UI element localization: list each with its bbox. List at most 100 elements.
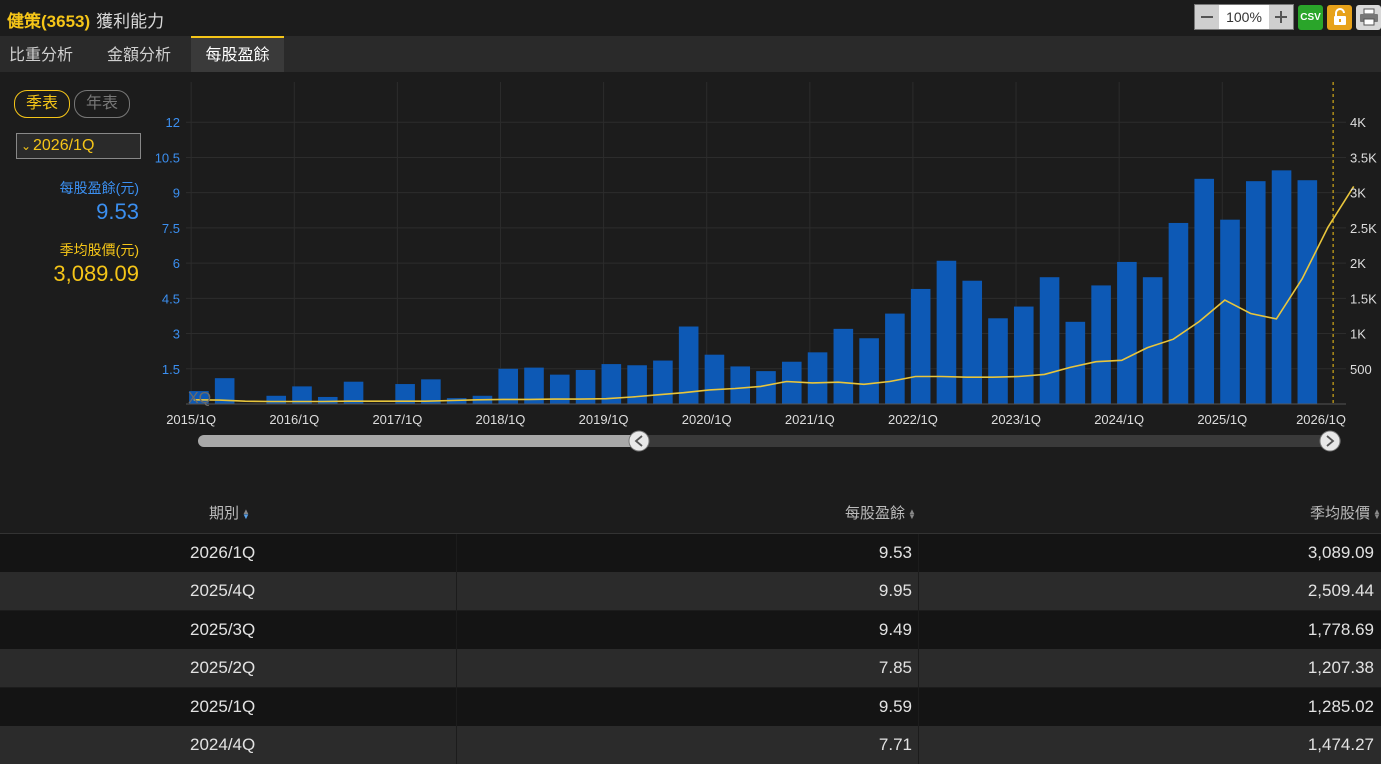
- column-divider: [456, 534, 457, 572]
- column-header-price[interactable]: 季均股價 ▲ ▼: [1310, 497, 1381, 533]
- column-header-period-label: 期別: [209, 505, 240, 522]
- y-tick-label-right: 4K: [1350, 115, 1366, 130]
- tab-eps[interactable]: 每股盈餘: [191, 36, 284, 73]
- eps-bar[interactable]: [627, 365, 647, 404]
- y-tick-label-left: 10.5: [155, 150, 180, 165]
- table-header: 期別 ▲ ▼ 每股盈餘 ▲ ▼ 季均股價 ▲ ▼: [0, 497, 1381, 534]
- eps-bar[interactable]: [317, 396, 338, 404]
- table-row[interactable]: 2025/4Q 9.95 2,509.44: [0, 572, 1381, 611]
- eps-bar[interactable]: [807, 352, 828, 404]
- eps-bar[interactable]: [266, 395, 287, 404]
- csv-export-button[interactable]: CSV: [1298, 4, 1323, 30]
- eps-bar[interactable]: [936, 260, 957, 404]
- plus-icon: [1275, 11, 1287, 23]
- lock-button[interactable]: [1327, 4, 1352, 30]
- y-tick-label-left: 4.5: [162, 291, 180, 306]
- eps-bar[interactable]: [1142, 277, 1163, 404]
- x-tick-label: 2026/1Q: [1296, 412, 1346, 427]
- cell-eps: 9.53: [878, 543, 912, 562]
- eps-bar[interactable]: [910, 288, 931, 404]
- print-button[interactable]: [1356, 4, 1381, 30]
- cell-period: 2026/1Q: [190, 543, 256, 562]
- eps-bar[interactable]: [1271, 170, 1292, 404]
- eps-bar[interactable]: [1091, 285, 1111, 404]
- eps-bar[interactable]: [1168, 222, 1189, 404]
- y-tick-label-left: 7.5: [162, 221, 180, 236]
- chart-scrollbar[interactable]: [198, 430, 1341, 452]
- cell-period: 2025/3Q: [190, 619, 256, 639]
- printer-icon: [1359, 8, 1378, 26]
- column-header-price-label: 季均股價: [1309, 505, 1370, 522]
- scroll-handle-left[interactable]: [628, 430, 650, 452]
- cell-eps: 9.49: [878, 619, 912, 639]
- eps-bar[interactable]: [1065, 321, 1086, 404]
- zoom-control: 100%: [1194, 4, 1294, 30]
- x-tick-label: 2018/1Q: [476, 412, 526, 427]
- cell-period: 2024/4Q: [190, 735, 256, 754]
- eps-bar[interactable]: [962, 280, 983, 404]
- y-tick-label-right: 3K: [1350, 186, 1366, 201]
- y-tick-label-left: 9: [173, 186, 180, 201]
- eps-bar[interactable]: [1297, 180, 1318, 404]
- eps-bar[interactable]: [730, 366, 751, 404]
- y-tick-label-right: 1.5K: [1350, 291, 1377, 306]
- cell-price: 1,474.27: [1307, 735, 1374, 754]
- column-divider: [918, 572, 919, 611]
- eps-chart: 1.5 3 4.5 6 7.5 9 10.5 12 500 1K 1.5K 2K 2.5K 3K 3.5K 4…: [155, 82, 1377, 452]
- sort-icon: ▲ ▼: [908, 507, 916, 522]
- y-tick-label-left: 1.5: [162, 362, 180, 377]
- cell-period: 2025/1Q: [190, 696, 256, 716]
- y-tick-label-right: 2.5K: [1350, 221, 1377, 236]
- cell-price: 1,207.38: [1307, 658, 1374, 678]
- column-divider: [456, 649, 457, 688]
- eps-bar[interactable]: [704, 354, 725, 404]
- column-header-eps[interactable]: 每股盈餘 ▲ ▼: [845, 497, 916, 533]
- eps-bar[interactable]: [1013, 306, 1034, 404]
- column-divider: [918, 687, 919, 726]
- column-divider: [918, 610, 919, 649]
- cell-price: 1,285.02: [1307, 696, 1374, 716]
- table-row[interactable]: 2025/1Q 9.59 1,285.02: [0, 687, 1381, 726]
- eps-bar[interactable]: [1245, 181, 1266, 404]
- eps-bar[interactable]: [859, 338, 879, 404]
- column-divider: [918, 726, 919, 764]
- eps-bar[interactable]: [1220, 219, 1240, 404]
- cell-eps: 9.59: [878, 696, 912, 716]
- y-tick-label-right: 1K: [1350, 327, 1366, 342]
- table-row[interactable]: 2025/2Q 7.85 1,207.38: [0, 649, 1381, 688]
- scrollbar-range[interactable]: [198, 435, 639, 447]
- x-tick-label: 2015/1Q: [166, 412, 216, 427]
- eps-bar[interactable]: [653, 360, 673, 404]
- column-header-eps-label: 每股盈餘: [844, 505, 905, 522]
- column-divider: [456, 572, 457, 611]
- tab-amount-analysis[interactable]: 金額分析: [107, 36, 171, 71]
- toolbar: 100% CSV: [1194, 4, 1381, 30]
- top-bar: 健策(3653) 獲利能力 100% CSV: [0, 0, 1381, 36]
- eps-bar[interactable]: [988, 318, 1008, 404]
- eps-bar[interactable]: [885, 313, 905, 404]
- page-title: 健策(3653) 獲利能力: [7, 7, 164, 32]
- y-tick-label-right: 3.5K: [1350, 150, 1377, 165]
- column-header-period[interactable]: 期別 ▲ ▼: [209, 497, 250, 533]
- stock-name: 健策(3653): [7, 12, 91, 31]
- table-row[interactable]: 2024/4Q 7.71 1,474.27: [0, 726, 1381, 764]
- eps-bar[interactable]: [1039, 277, 1060, 404]
- zoom-in-button[interactable]: [1269, 5, 1293, 29]
- scroll-handle-right[interactable]: [1319, 430, 1341, 452]
- y-tick-label-right: 2K: [1350, 256, 1366, 271]
- eps-bar[interactable]: [833, 328, 854, 404]
- sort-icon: ▲ ▼: [242, 507, 250, 522]
- tab-proportion-analysis[interactable]: 比重分析: [9, 36, 73, 71]
- cell-price: 1,778.69: [1307, 619, 1374, 639]
- x-tick-label: 2023/1Q: [991, 412, 1041, 427]
- sort-icon: ▲ ▼: [1373, 507, 1381, 522]
- table-row[interactable]: 2025/3Q 9.49 1,778.69: [0, 610, 1381, 649]
- x-tick-label: 2017/1Q: [372, 412, 422, 427]
- y-tick-label-left: 3: [173, 327, 180, 342]
- eps-bar[interactable]: [1117, 261, 1137, 404]
- column-divider: [918, 649, 919, 688]
- table-row[interactable]: 2026/1Q 9.53 3,089.09: [0, 534, 1381, 572]
- zoom-out-button[interactable]: [1195, 5, 1219, 29]
- eps-bar[interactable]: [1194, 178, 1215, 404]
- eps-bar[interactable]: [756, 371, 776, 404]
